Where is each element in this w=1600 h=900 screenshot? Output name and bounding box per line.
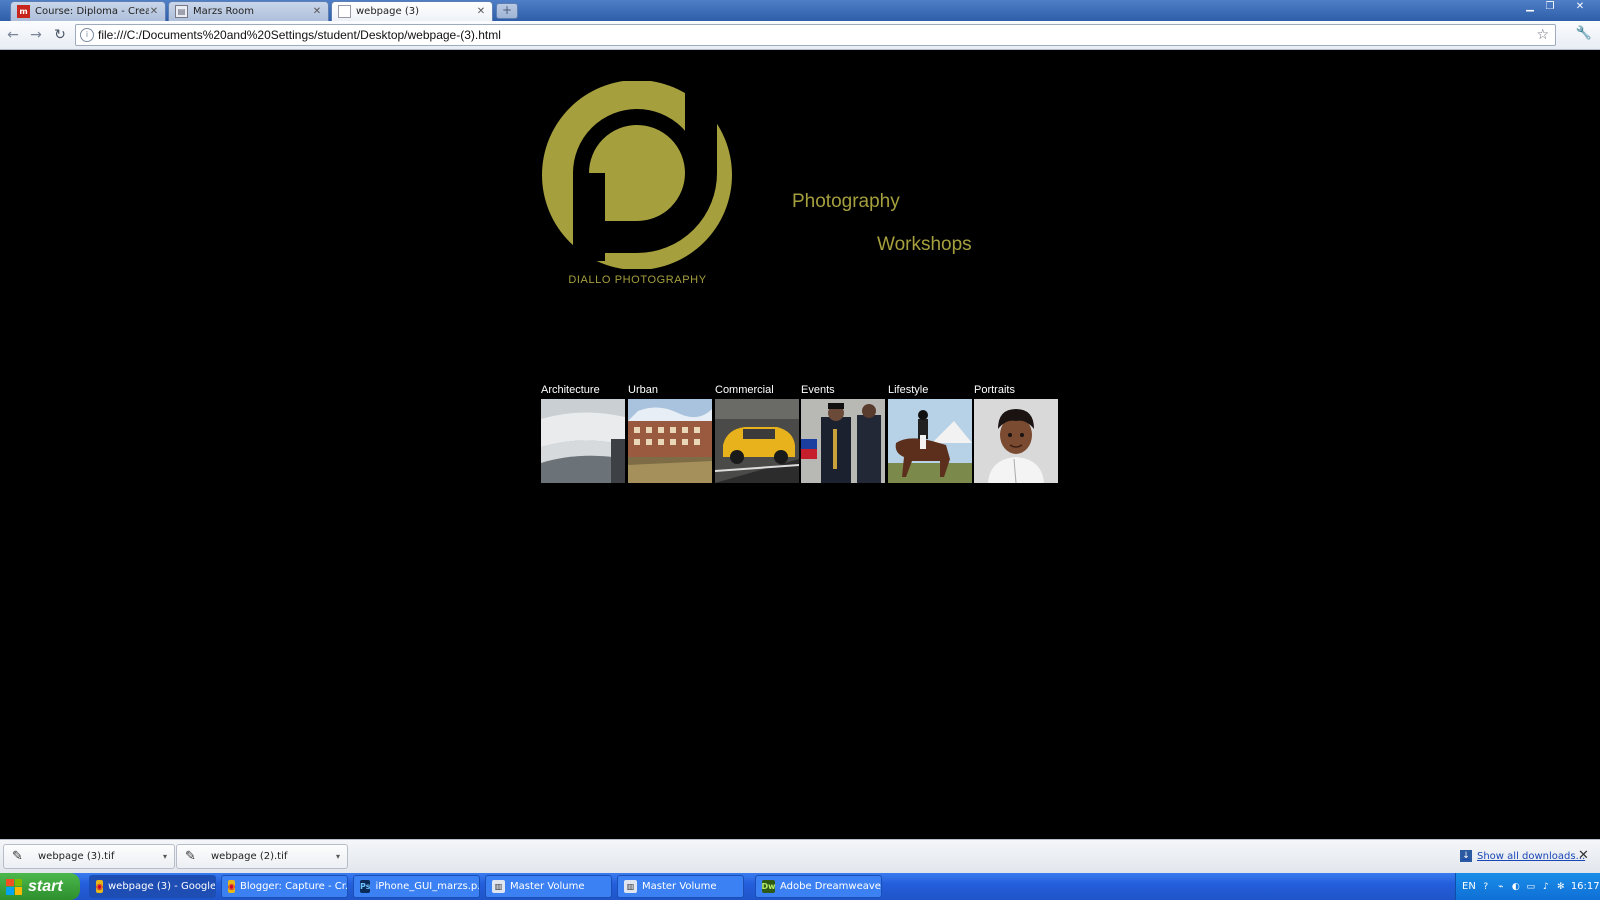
gallery-item-events[interactable]: Events <box>801 383 885 483</box>
taskbar-item-master-volume[interactable]: ▥ Master Volume <box>617 875 744 898</box>
taskbar-item-dreamweaver[interactable]: Dw Adobe Dreamweaver ... <box>755 875 882 898</box>
forward-icon[interactable]: → <box>27 26 45 44</box>
tif-file-icon: ✎ <box>12 849 23 864</box>
photoshop-icon: Ps <box>360 880 371 893</box>
reload-icon[interactable]: ↻ <box>51 26 69 44</box>
task-label: Master Volume <box>510 881 585 892</box>
tab-title: Marzs Room <box>193 6 254 17</box>
tab-webpage-3[interactable]: webpage (3) ✕ <box>331 1 493 21</box>
task-label: iPhone_GUI_marzs.p... <box>375 881 480 892</box>
download-item[interactable]: ✎ webpage (2).tif ▾ <box>176 844 348 869</box>
info-icon: i <box>80 28 94 42</box>
lifestyle-thumbnail[interactable] <box>888 399 972 483</box>
start-button[interactable]: start <box>0 873 80 900</box>
windows-logo-icon <box>6 878 22 895</box>
settings-icon[interactable]: ✻ <box>1556 882 1566 892</box>
diallo-logo[interactable] <box>541 81 733 269</box>
tab-title: webpage (3) <box>356 6 419 17</box>
blog-icon: ▤ <box>175 5 188 18</box>
brand-name: DIALLO PHOTOGRAPHY <box>568 274 707 286</box>
gallery-item-commercial[interactable]: Commercial <box>715 383 799 483</box>
dreamweaver-icon: Dw <box>761 880 776 893</box>
show-all-downloads-link[interactable]: ↓ Show all downloads... <box>1460 850 1585 862</box>
volume-icon: ▥ <box>492 880 505 893</box>
bookmark-star-icon[interactable]: ☆ <box>1536 27 1549 43</box>
download-filename: webpage (2).tif <box>211 851 288 862</box>
tab-marzs-room[interactable]: ▤ Marzs Room ✕ <box>168 1 329 21</box>
restore-icon[interactable]: ❐ <box>1540 0 1560 14</box>
taskbar-item-chrome-webpage[interactable]: ◉ webpage (3) - Google... <box>89 875 216 898</box>
gallery-item-portraits[interactable]: Portraits <box>974 383 1058 483</box>
page-content: DIALLO PHOTOGRAPHY Photography Workshops… <box>0 50 1600 839</box>
nav-workshops-link[interactable]: Workshops <box>877 234 972 256</box>
start-label: start <box>28 877 63 895</box>
browser-tab-strip: m Course: Diploma - Creative... ✕ ▤ Marz… <box>0 0 1600 21</box>
task-label: Blogger: Capture - Cr... <box>239 881 348 892</box>
gallery-label: Commercial <box>715 384 774 396</box>
tif-file-icon: ✎ <box>185 849 196 864</box>
close-tab-icon[interactable]: ✕ <box>312 6 322 17</box>
task-label: Adobe Dreamweaver ... <box>780 881 882 892</box>
chevron-down-icon[interactable]: ▾ <box>160 852 170 861</box>
security-icon[interactable]: ◐ <box>1511 882 1521 892</box>
task-label: Master Volume <box>642 881 717 892</box>
download-item[interactable]: ✎ webpage (3).tif ▾ <box>3 844 175 869</box>
download-filename: webpage (3).tif <box>38 851 115 862</box>
show-all-downloads-label: Show all downloads... <box>1477 850 1586 862</box>
gallery-item-lifestyle[interactable]: Lifestyle <box>888 383 972 483</box>
language-indicator[interactable]: EN <box>1462 881 1476 892</box>
gallery-label: Architecture <box>541 384 600 396</box>
network-icon[interactable]: ⌁ <box>1496 882 1506 892</box>
close-shelf-icon[interactable]: ✕ <box>1578 848 1589 863</box>
gallery-item-urban[interactable]: Urban <box>628 383 712 483</box>
page-icon <box>338 5 351 18</box>
windows-taskbar: start ◉ webpage (3) - Google... ◉ Blogge… <box>0 873 1600 900</box>
tab-title: Course: Diploma - Creative... <box>35 6 149 17</box>
taskbar-item-master-volume[interactable]: ▥ Master Volume <box>485 875 612 898</box>
gallery-label: Urban <box>628 384 658 396</box>
chrome-icon: ◉ <box>228 880 235 893</box>
speaker-icon[interactable]: ♪ <box>1541 882 1551 892</box>
portraits-thumbnail[interactable] <box>974 399 1058 483</box>
close-tab-icon[interactable]: ✕ <box>149 6 159 17</box>
monitor-icon[interactable]: ▭ <box>1526 882 1536 892</box>
urban-thumbnail[interactable] <box>628 399 712 483</box>
volume-icon: ▥ <box>624 880 637 893</box>
new-tab-button[interactable]: + <box>496 3 518 19</box>
task-label: webpage (3) - Google... <box>107 881 216 892</box>
gallery-label: Lifestyle <box>888 384 929 396</box>
close-window-icon[interactable]: ✕ <box>1570 0 1590 14</box>
address-bar[interactable]: i file:///C:/Documents%20and%20Settings/… <box>75 24 1556 46</box>
wrench-menu-icon[interactable]: 🔧 <box>1575 26 1593 44</box>
events-thumbnail[interactable] <box>801 399 885 483</box>
nav-photography-link[interactable]: Photography <box>792 191 900 213</box>
chevron-down-icon[interactable]: ▾ <box>333 852 343 861</box>
architecture-thumbnail[interactable] <box>541 399 625 483</box>
minimize-icon[interactable]: ▁ <box>1520 0 1540 14</box>
chrome-icon: ◉ <box>96 880 103 893</box>
system-tray: EN ? ⌁ ◐ ▭ ♪ ✻ 16:17 <box>1455 873 1600 900</box>
browser-toolbar: ← → ↻ i file:///C:/Documents%20and%20Set… <box>0 21 1600 50</box>
help-icon[interactable]: ? <box>1481 882 1491 892</box>
taskbar-item-photoshop[interactable]: Ps iPhone_GUI_marzs.p... <box>353 875 480 898</box>
back-icon[interactable]: ← <box>4 26 22 44</box>
commercial-thumbnail[interactable] <box>715 399 799 483</box>
close-tab-icon[interactable]: ✕ <box>476 6 486 17</box>
taskbar-item-blogger[interactable]: ◉ Blogger: Capture - Cr... <box>221 875 348 898</box>
moodle-icon: m <box>17 5 30 18</box>
tab-course-diploma[interactable]: m Course: Diploma - Creative... ✕ <box>10 1 166 21</box>
clock: 16:17 <box>1570 881 1600 892</box>
url-text: file:///C:/Documents%20and%20Settings/st… <box>98 28 501 42</box>
download-shelf: ✎ webpage (3).tif ▾ ✎ webpage (2).tif ▾ … <box>0 839 1600 873</box>
gallery-label: Events <box>801 384 835 396</box>
gallery-item-architecture[interactable]: Architecture <box>541 383 625 483</box>
download-arrow-icon: ↓ <box>1460 850 1472 862</box>
gallery-label: Portraits <box>974 384 1015 396</box>
